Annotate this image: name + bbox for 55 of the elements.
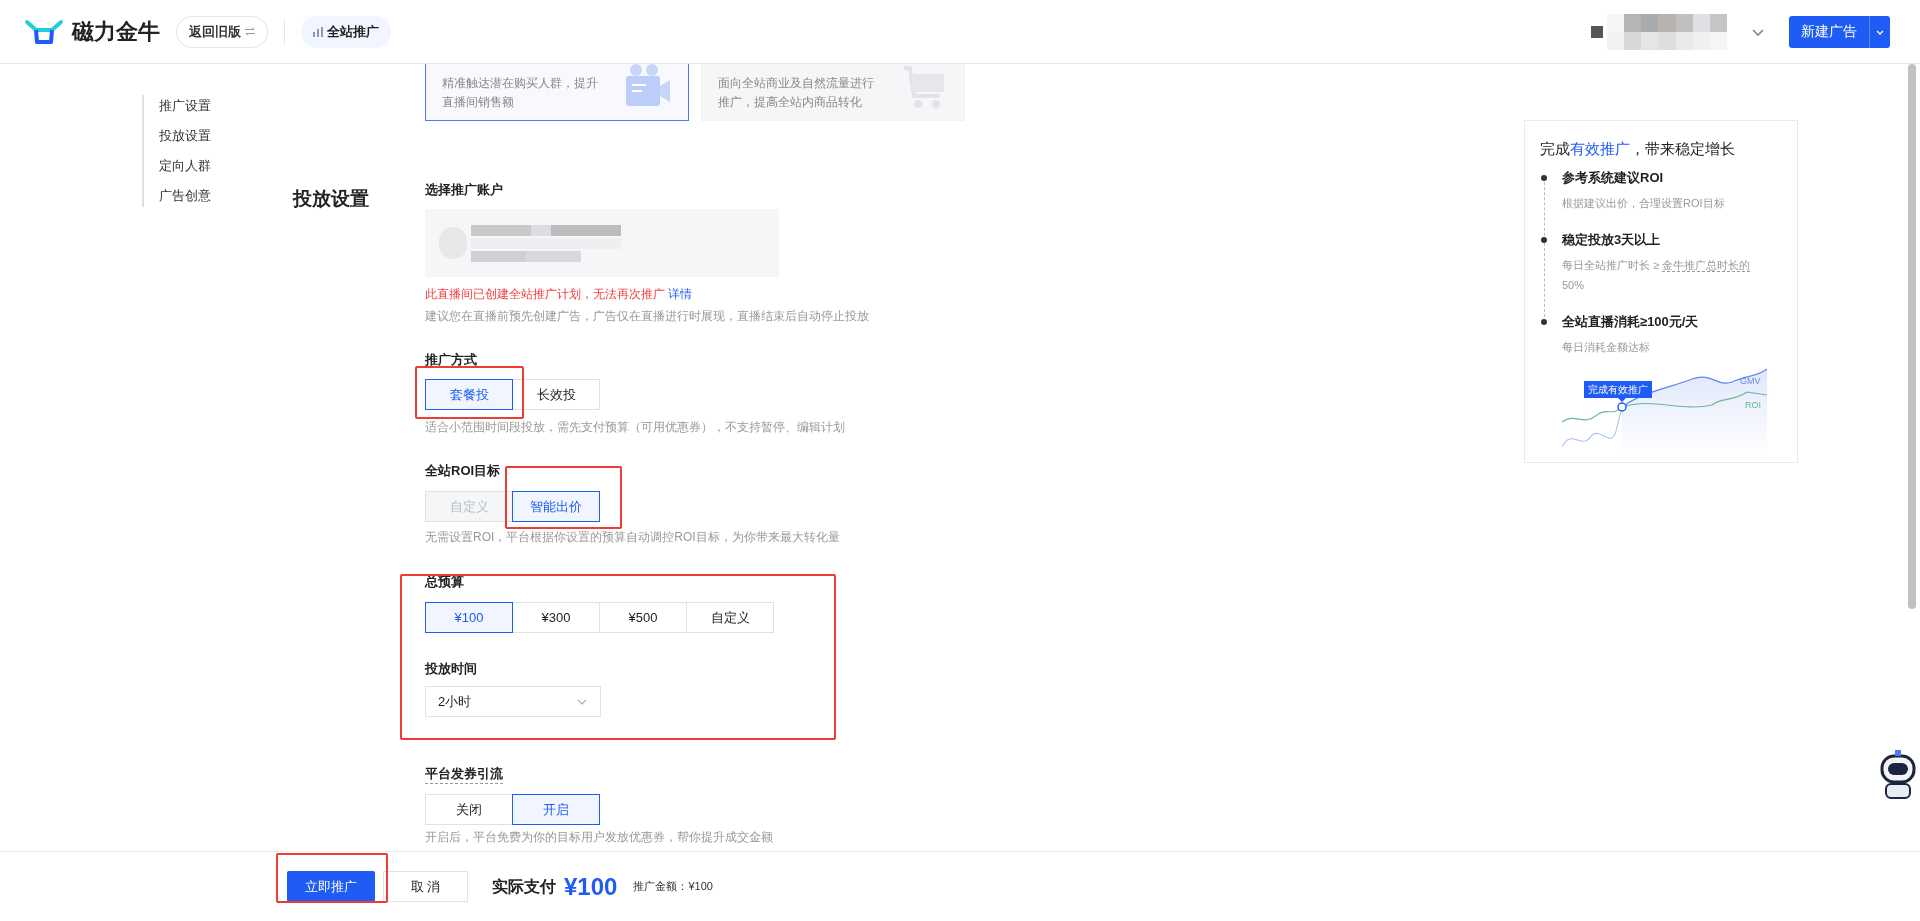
duration-select[interactable]: 2小时	[425, 686, 601, 717]
error-message: 此直播间已创建全站推广计划，无法再次推广 详情	[425, 286, 694, 303]
scrollbar[interactable]	[1908, 64, 1916, 609]
new-ad-button[interactable]: 新建广告	[1789, 15, 1869, 48]
marker-point	[1617, 402, 1627, 412]
hint-text: 开启后，平台免费为你的目标用户发放优惠券，帮你提升成交金额	[425, 829, 774, 846]
option-card[interactable]: 精准触达潜在购买人群，提升直播间销售额	[425, 64, 689, 121]
option-button[interactable]: 自定义	[686, 602, 774, 633]
tips-title: 完成有效推广，带来稳定增长	[1540, 139, 1736, 159]
bar-chart-icon	[313, 26, 323, 37]
field-label: 选择推广账户	[425, 181, 503, 199]
nav-item[interactable]: 定向人群	[159, 157, 270, 175]
option-button[interactable]: 智能出价	[512, 491, 600, 522]
field-label: 全站ROI目标	[425, 462, 502, 480]
card-description: 面向全站商业及自然流量进行推广，提高全站内商品转化	[718, 75, 875, 111]
promo-amount: 推广金额：¥100	[633, 879, 713, 895]
payment-label: 实际支付	[492, 876, 556, 897]
option-card[interactable]: 面向全站商业及自然流量进行推广，提高全站内商品转化	[701, 64, 965, 121]
nav-item[interactable]: 广告创意	[159, 187, 270, 205]
tip-title: 稳定投放3天以上	[1562, 231, 1662, 249]
card-description: 精准触达潜在购买人群，提升直播间销售额	[442, 75, 599, 111]
series-label: ROI	[1745, 399, 1761, 412]
field-label: 推广方式	[425, 351, 478, 369]
details-link[interactable]: 详情	[668, 287, 693, 301]
tip-title: 全站直播消耗≥100元/天	[1562, 313, 1700, 331]
payment-amount: ¥100	[564, 871, 618, 902]
product-tab[interactable]: 全站推广	[301, 15, 391, 48]
option-button[interactable]: 套餐投	[425, 379, 513, 410]
tip-title: 参考系统建议ROI	[1562, 169, 1665, 187]
nav-item[interactable]: 推广设置	[159, 97, 270, 115]
field-label: 平台发券引流	[425, 765, 503, 784]
logo-text: 磁力金牛	[72, 18, 160, 46]
nav-item[interactable]: 投放设置	[159, 127, 270, 145]
option-button[interactable]: ¥300	[512, 602, 600, 633]
field-label: 投放时间	[425, 660, 478, 678]
tip-description: 根据建议出价，合理设置ROI目标	[1562, 196, 1726, 211]
tip-description: 每日消耗金额达标	[1562, 340, 1651, 355]
tip-description: 每日全站推广时长 ≥ 金牛推广总时长的 50%	[1562, 258, 1752, 293]
option-button[interactable]: 开启	[512, 794, 600, 825]
field-label: 总预算	[425, 573, 465, 591]
option-button[interactable]: ¥100	[425, 602, 513, 633]
swap-icon	[245, 27, 255, 36]
option-button[interactable]: 关闭	[425, 794, 513, 825]
logo-icon	[24, 17, 64, 46]
tag-pointer-icon	[1618, 398, 1626, 402]
series-label: GMV	[1740, 375, 1761, 388]
hint-text: 无需设置ROI，平台根据你设置的预算自动调控ROI目标，为你带来最大转化量	[425, 529, 841, 546]
hint-text: 建议您在直播前预先创建广告，广告仅在直播进行时展现，直播结束后自动停止投放	[425, 308, 870, 325]
submit-button[interactable]: 立即推广	[287, 871, 375, 902]
section-title: 投放设置	[293, 187, 370, 211]
hint-text: 适合小范围时间段投放，需先支付预算（可用优惠券），不支持暂停、编辑计划	[425, 419, 846, 436]
cancel-button[interactable]: 取 消	[383, 871, 468, 902]
chart-tag: 完成有效推广	[1584, 381, 1652, 398]
option-button[interactable]: ¥500	[599, 602, 687, 633]
option-button[interactable]: 长效投	[512, 379, 600, 410]
